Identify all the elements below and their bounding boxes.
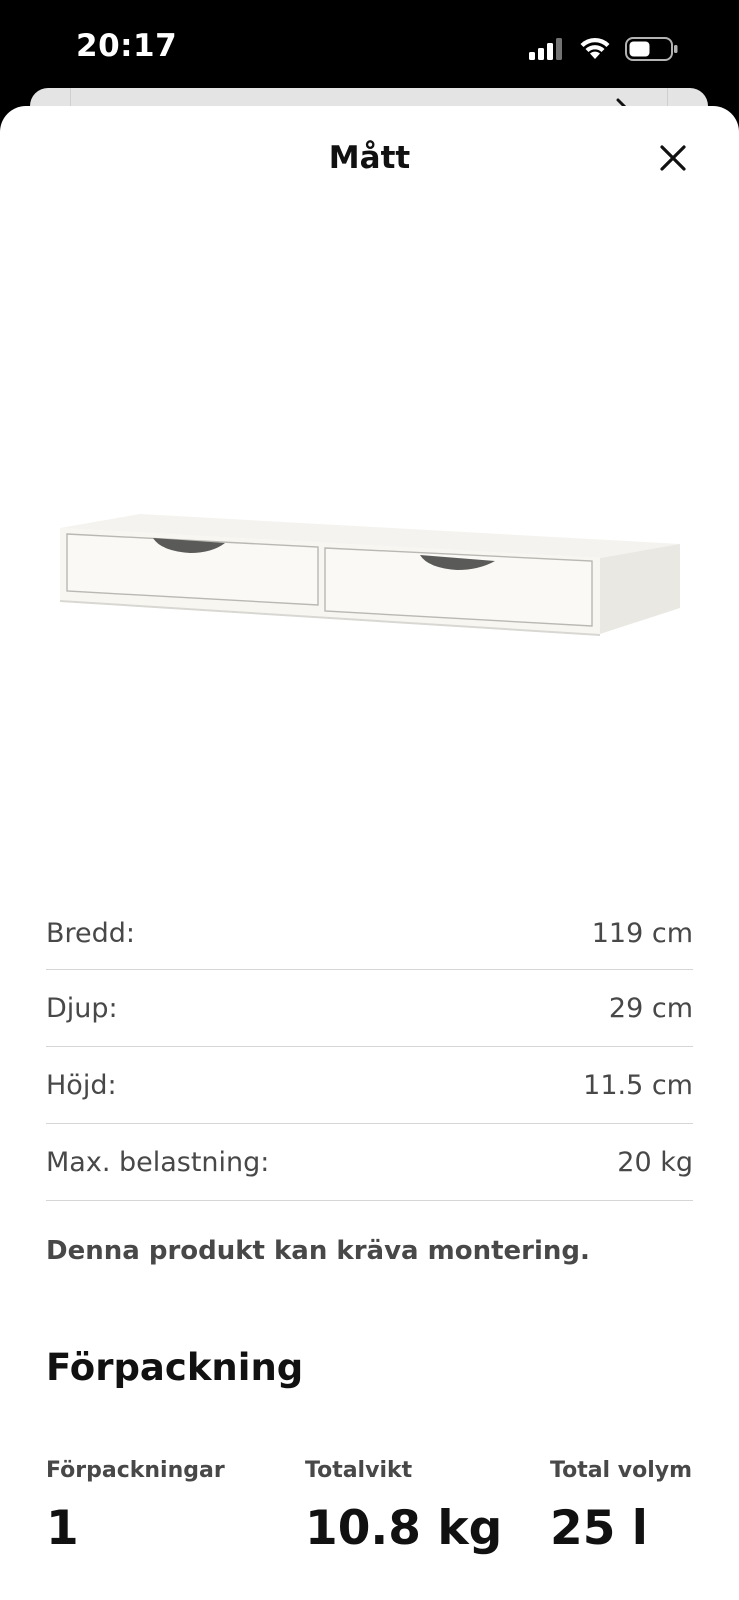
- packaging-stat-total-weight: Totalvikt 10.8 kg: [305, 1458, 502, 1556]
- dimension-row-height: Höjd: 11.5 cm: [46, 1047, 693, 1124]
- packaging-stat-value: 1: [46, 1501, 79, 1556]
- close-icon: [659, 144, 687, 177]
- dimension-label: Max. belastning:: [46, 1146, 270, 1178]
- dimension-value: 11.5 cm: [583, 1069, 693, 1101]
- dimension-label: Höjd:: [46, 1069, 117, 1101]
- product-image: [50, 496, 690, 646]
- dimension-value: 119 cm: [591, 918, 693, 949]
- dimensions-sheet: Mått Bredd: 119 cm Djup: 29 cm Höjd: 11.…: [0, 106, 739, 1600]
- status-bar: 20:17: [0, 0, 739, 100]
- dimension-row-depth: Djup: 29 cm: [46, 970, 693, 1047]
- dimension-row-width: Bredd: 119 cm: [46, 898, 693, 970]
- battery-icon: [625, 36, 679, 67]
- packaging-stat-label: Förpackningar: [46, 1458, 225, 1483]
- packaging-stat-value: 10.8 kg: [305, 1501, 503, 1556]
- dimension-value: 20 kg: [617, 1146, 693, 1178]
- sheet-title: Mått: [328, 140, 411, 176]
- packaging-stat-label: Totalvikt: [305, 1458, 413, 1483]
- packaging-stat-packages: Förpackningar 1: [46, 1458, 225, 1556]
- dimensions-list: Bredd: 119 cm Djup: 29 cm Höjd: 11.5 cm …: [46, 898, 693, 1201]
- close-button[interactable]: [653, 140, 693, 180]
- dimension-value: 29 cm: [608, 992, 693, 1024]
- status-time: 20:17: [76, 28, 178, 64]
- packaging-stat-label: Total volym: [550, 1458, 693, 1483]
- packaging-heading: Förpackning: [46, 1346, 304, 1389]
- status-icons: [529, 36, 679, 67]
- packaging-stat-value: 25 l: [550, 1501, 648, 1556]
- assembly-note: Denna produkt kan kräva montering.: [46, 1236, 590, 1266]
- dimension-label: Djup:: [46, 992, 118, 1024]
- packaging-stat-total-volume: Total volym 25 l: [550, 1458, 692, 1556]
- dimension-label: Bredd:: [46, 918, 136, 949]
- dimension-row-max-load: Max. belastning: 20 kg: [46, 1124, 693, 1201]
- wifi-icon: [579, 37, 611, 66]
- signal-icon: [529, 38, 565, 65]
